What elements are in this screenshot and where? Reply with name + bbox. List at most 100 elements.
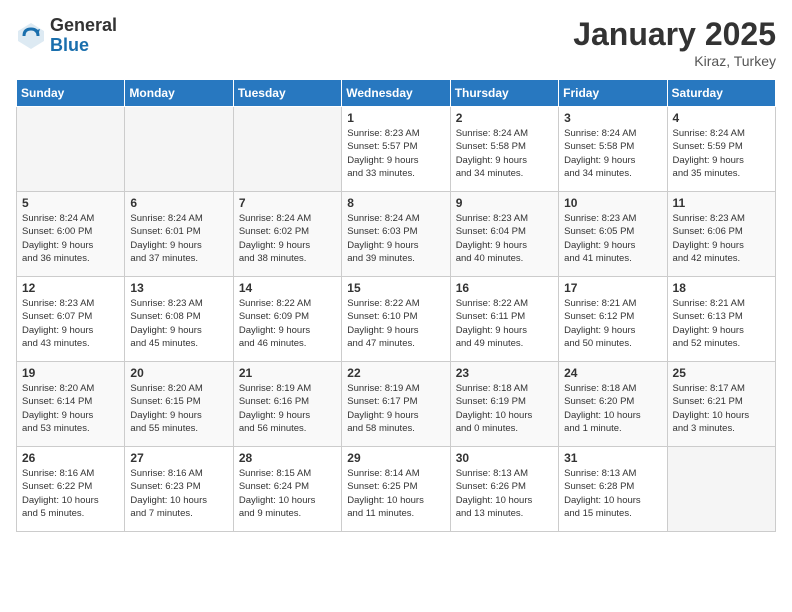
calendar-cell: 8 Sunrise: 8:24 AM Sunset: 6:03 PM Daylig…	[342, 192, 450, 277]
day-info: Sunrise: 8:22 AM Sunset: 6:11 PM Dayligh…	[456, 297, 553, 350]
calendar-cell: 2 Sunrise: 8:24 AM Sunset: 5:58 PM Daylig…	[450, 107, 558, 192]
calendar-cell: 17Sunrise: 8:21 AM Sunset: 6:12 PM Dayli…	[559, 277, 667, 362]
weekday-tuesday: Tuesday	[233, 80, 341, 107]
day-info: Sunrise: 8:14 AM Sunset: 6:25 PM Dayligh…	[347, 467, 444, 520]
day-info: Sunrise: 8:23 AM Sunset: 6:05 PM Dayligh…	[564, 212, 661, 265]
calendar-cell: 9 Sunrise: 8:23 AM Sunset: 6:04 PM Daylig…	[450, 192, 558, 277]
day-number: 28	[239, 451, 336, 465]
day-number: 1	[347, 111, 444, 125]
day-number: 14	[239, 281, 336, 295]
day-info: Sunrise: 8:24 AM Sunset: 5:58 PM Dayligh…	[564, 127, 661, 180]
calendar-cell: 29Sunrise: 8:14 AM Sunset: 6:25 PM Dayli…	[342, 447, 450, 532]
day-number: 23	[456, 366, 553, 380]
day-number: 13	[130, 281, 227, 295]
day-info: Sunrise: 8:18 AM Sunset: 6:20 PM Dayligh…	[564, 382, 661, 435]
day-info: Sunrise: 8:16 AM Sunset: 6:22 PM Dayligh…	[22, 467, 119, 520]
calendar-cell: 28 Sunrise: 8:15 AM Sunset: 6:24 PM Dayli…	[233, 447, 341, 532]
day-number: 25	[673, 366, 770, 380]
day-info: Sunrise: 8:24 AM Sunset: 6:01 PM Dayligh…	[130, 212, 227, 265]
day-info: Sunrise: 8:17 AM Sunset: 6:21 PM Dayligh…	[673, 382, 770, 435]
day-info: Sunrise: 8:18 AM Sunset: 6:19 PM Dayligh…	[456, 382, 553, 435]
day-info: Sunrise: 8:19 AM Sunset: 6:17 PM Dayligh…	[347, 382, 444, 435]
day-number: 18	[673, 281, 770, 295]
day-info: Sunrise: 8:13 AM Sunset: 6:28 PM Dayligh…	[564, 467, 661, 520]
day-info: Sunrise: 8:23 AM Sunset: 6:06 PM Dayligh…	[673, 212, 770, 265]
page-header: General Blue January 2025 Kiraz, Turkey	[16, 16, 776, 69]
day-info: Sunrise: 8:24 AM Sunset: 5:58 PM Dayligh…	[456, 127, 553, 180]
weekday-sunday: Sunday	[17, 80, 125, 107]
calendar-cell: 1 Sunrise: 8:23 AM Sunset: 5:57 PM Daylig…	[342, 107, 450, 192]
calendar-body: 1 Sunrise: 8:23 AM Sunset: 5:57 PM Daylig…	[17, 107, 776, 532]
day-info: Sunrise: 8:23 AM Sunset: 6:07 PM Dayligh…	[22, 297, 119, 350]
calendar-cell: 7Sunrise: 8:24 AM Sunset: 6:02 PM Daylig…	[233, 192, 341, 277]
day-number: 21	[239, 366, 336, 380]
calendar-table: SundayMondayTuesdayWednesdayThursdayFrid…	[16, 79, 776, 532]
month-title: January 2025	[573, 16, 776, 53]
calendar-cell: 20 Sunrise: 8:20 AM Sunset: 6:15 PM Dayli…	[125, 362, 233, 447]
day-info: Sunrise: 8:24 AM Sunset: 5:59 PM Dayligh…	[673, 127, 770, 180]
calendar-cell: 22 Sunrise: 8:19 AM Sunset: 6:17 PM Dayli…	[342, 362, 450, 447]
day-number: 8	[347, 196, 444, 210]
calendar-cell: 26 Sunrise: 8:16 AM Sunset: 6:22 PM Dayli…	[17, 447, 125, 532]
day-number: 11	[673, 196, 770, 210]
week-row-3: 12 Sunrise: 8:23 AM Sunset: 6:07 PM Dayli…	[17, 277, 776, 362]
calendar-cell: 25 Sunrise: 8:17 AM Sunset: 6:21 PM Dayli…	[667, 362, 775, 447]
calendar-cell: 23 Sunrise: 8:18 AM Sunset: 6:19 PM Dayli…	[450, 362, 558, 447]
calendar-cell: 10 Sunrise: 8:23 AM Sunset: 6:05 PM Dayli…	[559, 192, 667, 277]
day-number: 10	[564, 196, 661, 210]
day-number: 4	[673, 111, 770, 125]
day-number: 15	[347, 281, 444, 295]
day-number: 5	[22, 196, 119, 210]
day-number: 22	[347, 366, 444, 380]
calendar-cell: 13 Sunrise: 8:23 AM Sunset: 6:08 PM Dayli…	[125, 277, 233, 362]
calendar-cell: 24 Sunrise: 8:18 AM Sunset: 6:20 PM Dayli…	[559, 362, 667, 447]
day-info: Sunrise: 8:23 AM Sunset: 5:57 PM Dayligh…	[347, 127, 444, 180]
day-info: Sunrise: 8:23 AM Sunset: 6:04 PM Dayligh…	[456, 212, 553, 265]
week-row-4: 19Sunrise: 8:20 AM Sunset: 6:14 PM Dayli…	[17, 362, 776, 447]
day-number: 19	[22, 366, 119, 380]
weekday-friday: Friday	[559, 80, 667, 107]
day-number: 27	[130, 451, 227, 465]
calendar-cell: 4 Sunrise: 8:24 AM Sunset: 5:59 PM Daylig…	[667, 107, 775, 192]
day-number: 24	[564, 366, 661, 380]
day-number: 12	[22, 281, 119, 295]
day-info: Sunrise: 8:22 AM Sunset: 6:10 PM Dayligh…	[347, 297, 444, 350]
weekday-thursday: Thursday	[450, 80, 558, 107]
calendar-cell: 5 Sunrise: 8:24 AM Sunset: 6:00 PM Daylig…	[17, 192, 125, 277]
day-number: 20	[130, 366, 227, 380]
weekday-monday: Monday	[125, 80, 233, 107]
calendar-cell: 21Sunrise: 8:19 AM Sunset: 6:16 PM Dayli…	[233, 362, 341, 447]
week-row-1: 1 Sunrise: 8:23 AM Sunset: 5:57 PM Daylig…	[17, 107, 776, 192]
day-info: Sunrise: 8:20 AM Sunset: 6:15 PM Dayligh…	[130, 382, 227, 435]
day-number: 16	[456, 281, 553, 295]
logo-icon	[16, 21, 46, 51]
day-info: Sunrise: 8:21 AM Sunset: 6:13 PM Dayligh…	[673, 297, 770, 350]
day-number: 9	[456, 196, 553, 210]
weekday-wednesday: Wednesday	[342, 80, 450, 107]
day-number: 6	[130, 196, 227, 210]
calendar-cell: 30Sunrise: 8:13 AM Sunset: 6:26 PM Dayli…	[450, 447, 558, 532]
week-row-2: 5 Sunrise: 8:24 AM Sunset: 6:00 PM Daylig…	[17, 192, 776, 277]
calendar-cell: 27Sunrise: 8:16 AM Sunset: 6:23 PM Dayli…	[125, 447, 233, 532]
calendar-cell: 18 Sunrise: 8:21 AM Sunset: 6:13 PM Dayli…	[667, 277, 775, 362]
calendar-cell: 12 Sunrise: 8:23 AM Sunset: 6:07 PM Dayli…	[17, 277, 125, 362]
day-info: Sunrise: 8:24 AM Sunset: 6:03 PM Dayligh…	[347, 212, 444, 265]
day-number: 31	[564, 451, 661, 465]
logo: General Blue	[16, 16, 117, 56]
day-info: Sunrise: 8:23 AM Sunset: 6:08 PM Dayligh…	[130, 297, 227, 350]
calendar-cell: 31 Sunrise: 8:13 AM Sunset: 6:28 PM Dayli…	[559, 447, 667, 532]
day-info: Sunrise: 8:24 AM Sunset: 6:02 PM Dayligh…	[239, 212, 336, 265]
calendar-cell: 19Sunrise: 8:20 AM Sunset: 6:14 PM Dayli…	[17, 362, 125, 447]
day-number: 2	[456, 111, 553, 125]
day-number: 3	[564, 111, 661, 125]
calendar-cell: 16 Sunrise: 8:22 AM Sunset: 6:11 PM Dayli…	[450, 277, 558, 362]
title-block: January 2025 Kiraz, Turkey	[573, 16, 776, 69]
calendar-cell: 14Sunrise: 8:22 AM Sunset: 6:09 PM Dayli…	[233, 277, 341, 362]
day-info: Sunrise: 8:13 AM Sunset: 6:26 PM Dayligh…	[456, 467, 553, 520]
calendar-cell	[17, 107, 125, 192]
week-row-5: 26 Sunrise: 8:16 AM Sunset: 6:22 PM Dayli…	[17, 447, 776, 532]
day-info: Sunrise: 8:21 AM Sunset: 6:12 PM Dayligh…	[564, 297, 661, 350]
day-number: 26	[22, 451, 119, 465]
day-info: Sunrise: 8:15 AM Sunset: 6:24 PM Dayligh…	[239, 467, 336, 520]
day-info: Sunrise: 8:24 AM Sunset: 6:00 PM Dayligh…	[22, 212, 119, 265]
